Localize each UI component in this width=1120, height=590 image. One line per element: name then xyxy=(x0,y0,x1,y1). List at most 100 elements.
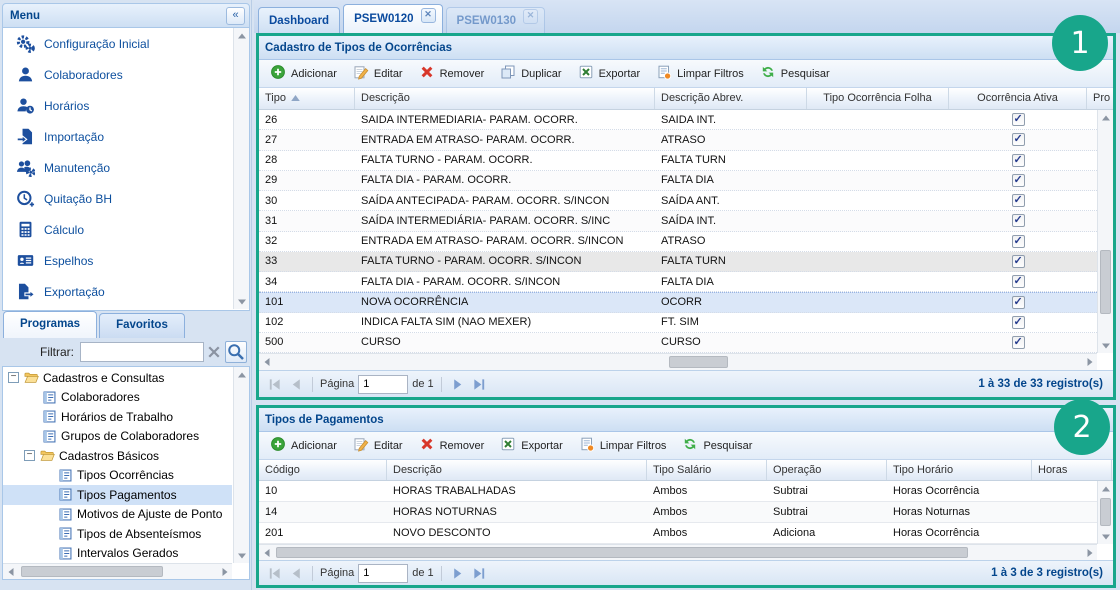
clear-filter-icon[interactable] xyxy=(204,342,224,362)
table-row[interactable]: 14HORAS NOTURNASAmbosSubtraiHoras Noturn… xyxy=(259,502,1097,523)
table-row[interactable]: 33FALTA TURNO - PARAM. OCORR. S/INCONFAL… xyxy=(259,252,1097,272)
collapse-sidebar-button[interactable]: « xyxy=(226,7,245,25)
toolbar-exportar-button[interactable]: Exportar xyxy=(571,61,648,86)
menu-item-exportacao[interactable]: Exportação xyxy=(3,276,249,307)
active-checkbox[interactable] xyxy=(1012,113,1025,126)
horizontal-scrollbar[interactable] xyxy=(259,353,1097,370)
toolbar-exportar-button[interactable]: Exportar xyxy=(493,433,570,458)
table-row[interactable]: 28FALTA TURNO - PARAM. OCORR.FALTA TURN xyxy=(259,151,1097,171)
page-input[interactable] xyxy=(358,564,408,583)
tree-item-colaboradores[interactable]: Colaboradores xyxy=(3,388,232,408)
scrollbar-thumb[interactable] xyxy=(1100,498,1111,526)
scroll-left-button[interactable] xyxy=(3,564,18,579)
scroll-right-button[interactable] xyxy=(1082,545,1097,560)
paging-first-button[interactable] xyxy=(265,375,283,393)
tab-dashboard[interactable]: Dashboard xyxy=(258,7,340,33)
scroll-down-button[interactable] xyxy=(234,548,249,563)
scrollbar-thumb[interactable] xyxy=(276,547,968,558)
tree-item-tipos-pagamentos[interactable]: Tipos Pagamentos xyxy=(3,485,232,505)
horizontal-scrollbar[interactable] xyxy=(259,544,1097,560)
active-checkbox[interactable] xyxy=(1012,154,1025,167)
tab-favoritos[interactable]: Favoritos xyxy=(99,313,185,338)
scroll-left-button[interactable] xyxy=(259,354,274,370)
scroll-down-button[interactable] xyxy=(1098,338,1113,353)
tree-item-intervalos-gerados[interactable]: Intervalos Gerados xyxy=(3,544,232,564)
tree-item-tipos-ocorrencias[interactable]: Tipos Ocorrências xyxy=(3,466,232,486)
scroll-up-button[interactable] xyxy=(1098,110,1113,125)
scroll-up-button[interactable] xyxy=(234,367,249,382)
column-header-tipo-salario[interactable]: Tipo Salário xyxy=(647,460,767,480)
toolbar-remover-button[interactable]: Remover xyxy=(412,61,492,86)
column-header-horas[interactable]: Horas xyxy=(1032,460,1112,480)
column-header-tipo-horario[interactable]: Tipo Horário xyxy=(887,460,1032,480)
menu-item-importacao[interactable]: Importação xyxy=(3,121,249,152)
scrollbar-thumb[interactable] xyxy=(1100,250,1111,314)
table-row[interactable]: 10HORAS TRABALHADASAmbosSubtraiHoras Oco… xyxy=(259,481,1097,502)
paging-last-button[interactable] xyxy=(471,375,489,393)
active-checkbox[interactable] xyxy=(1012,316,1025,329)
menu-item-calculo[interactable]: Cálculo xyxy=(3,214,249,245)
scroll-up-button[interactable] xyxy=(1098,481,1113,496)
scroll-down-button[interactable] xyxy=(1098,529,1113,544)
toolbar-editar-button[interactable]: Editar xyxy=(346,61,410,86)
collapse-toggle-icon[interactable]: − xyxy=(8,372,19,383)
column-header-descricao[interactable]: Descrição xyxy=(387,460,647,480)
scroll-up-button[interactable] xyxy=(234,28,249,43)
tree-item-tipos-de-absenteismos[interactable]: Tipos de Absenteísmos xyxy=(3,524,232,544)
scroll-down-button[interactable] xyxy=(234,294,249,309)
tab-close-icon[interactable]: ✕ xyxy=(523,9,538,24)
toolbar-pesquisar-button[interactable]: Pesquisar xyxy=(675,433,759,458)
table-row[interactable]: 29FALTA DIA - PARAM. OCORR.FALTA DIA xyxy=(259,171,1097,191)
tree-item-motivos-de-ajuste-de-ponto[interactable]: Motivos de Ajuste de Ponto xyxy=(3,505,232,525)
paging-last-button[interactable] xyxy=(471,564,489,582)
tree-item-cadastros-basicos[interactable]: −Cadastros Básicos xyxy=(3,446,232,466)
toolbar-adicionar-button[interactable]: Adicionar xyxy=(263,61,344,86)
column-header-pro[interactable]: Pro xyxy=(1087,88,1113,109)
paging-next-button[interactable] xyxy=(449,564,467,582)
table-row[interactable]: 201NOVO DESCONTOAmbosAdicionaHoras Ocorr… xyxy=(259,523,1097,544)
filter-input[interactable] xyxy=(80,342,204,362)
paging-prev-button[interactable] xyxy=(287,375,305,393)
menu-item-configuracao-inicial[interactable]: Configuração Inicial xyxy=(3,28,249,59)
scroll-right-button[interactable] xyxy=(217,564,232,579)
table-row[interactable]: 31SAÍDA INTERMEDIÁRIA- PARAM. OCORR. S/I… xyxy=(259,211,1097,231)
scroll-left-button[interactable] xyxy=(259,545,274,560)
vertical-scrollbar[interactable] xyxy=(1097,110,1113,353)
toolbar-limpar-filtros-button[interactable]: Limpar Filtros xyxy=(572,433,674,458)
active-checkbox[interactable] xyxy=(1012,235,1025,248)
collapse-toggle-icon[interactable]: − xyxy=(24,450,35,461)
table-row[interactable]: 32ENTRADA EM ATRASO- PARAM. OCORR. S/INC… xyxy=(259,232,1097,252)
active-checkbox[interactable] xyxy=(1012,296,1025,309)
paging-next-button[interactable] xyxy=(449,375,467,393)
vertical-scrollbar[interactable] xyxy=(233,367,249,563)
table-row[interactable]: 102INDICA FALTA SIM (NAO MEXER)FT. SIM xyxy=(259,313,1097,333)
toolbar-duplicar-button[interactable]: Duplicar xyxy=(493,61,568,86)
table-row[interactable]: 30SAÍDA ANTECIPADA- PARAM. OCORR. S/INCO… xyxy=(259,191,1097,211)
column-header-descricao-abrev[interactable]: Descrição Abrev. xyxy=(655,88,807,109)
menu-item-quitacao-bh[interactable]: Quitação BH xyxy=(3,183,249,214)
paging-prev-button[interactable] xyxy=(287,564,305,582)
menu-item-manutencao[interactable]: Manutenção xyxy=(3,152,249,183)
tree-item-cadastros-e-consultas[interactable]: −Cadastros e Consultas xyxy=(3,368,232,388)
column-header-codigo[interactable]: Código xyxy=(259,460,387,480)
table-row[interactable]: 101NOVA OCORRÊNCIAOCORR xyxy=(259,292,1097,312)
vertical-scrollbar[interactable] xyxy=(233,28,249,309)
vertical-scrollbar[interactable] xyxy=(1097,481,1113,544)
toolbar-pesquisar-button[interactable]: Pesquisar xyxy=(753,61,837,86)
toolbar-adicionar-button[interactable]: Adicionar xyxy=(263,433,344,458)
active-checkbox[interactable] xyxy=(1012,255,1025,268)
toolbar-limpar-filtros-button[interactable]: Limpar Filtros xyxy=(649,61,751,86)
column-header-operacao[interactable]: Operação xyxy=(767,460,887,480)
active-checkbox[interactable] xyxy=(1012,194,1025,207)
menu-item-colaboradores[interactable]: Colaboradores xyxy=(3,59,249,90)
tab-close-icon[interactable]: ✕ xyxy=(421,8,436,23)
menu-item-horarios[interactable]: Horários xyxy=(3,90,249,121)
scrollbar-thumb[interactable] xyxy=(669,356,728,368)
toolbar-remover-button[interactable]: Remover xyxy=(412,433,492,458)
search-icon[interactable] xyxy=(225,341,247,363)
horizontal-scrollbar[interactable] xyxy=(3,563,232,579)
table-row[interactable]: 500CURSOCURSO xyxy=(259,333,1097,353)
table-row[interactable]: 27ENTRADA EM ATRASO- PARAM. OCORR.ATRASO xyxy=(259,130,1097,150)
menu-item-espelhos[interactable]: Espelhos xyxy=(3,245,249,276)
active-checkbox[interactable] xyxy=(1012,275,1025,288)
